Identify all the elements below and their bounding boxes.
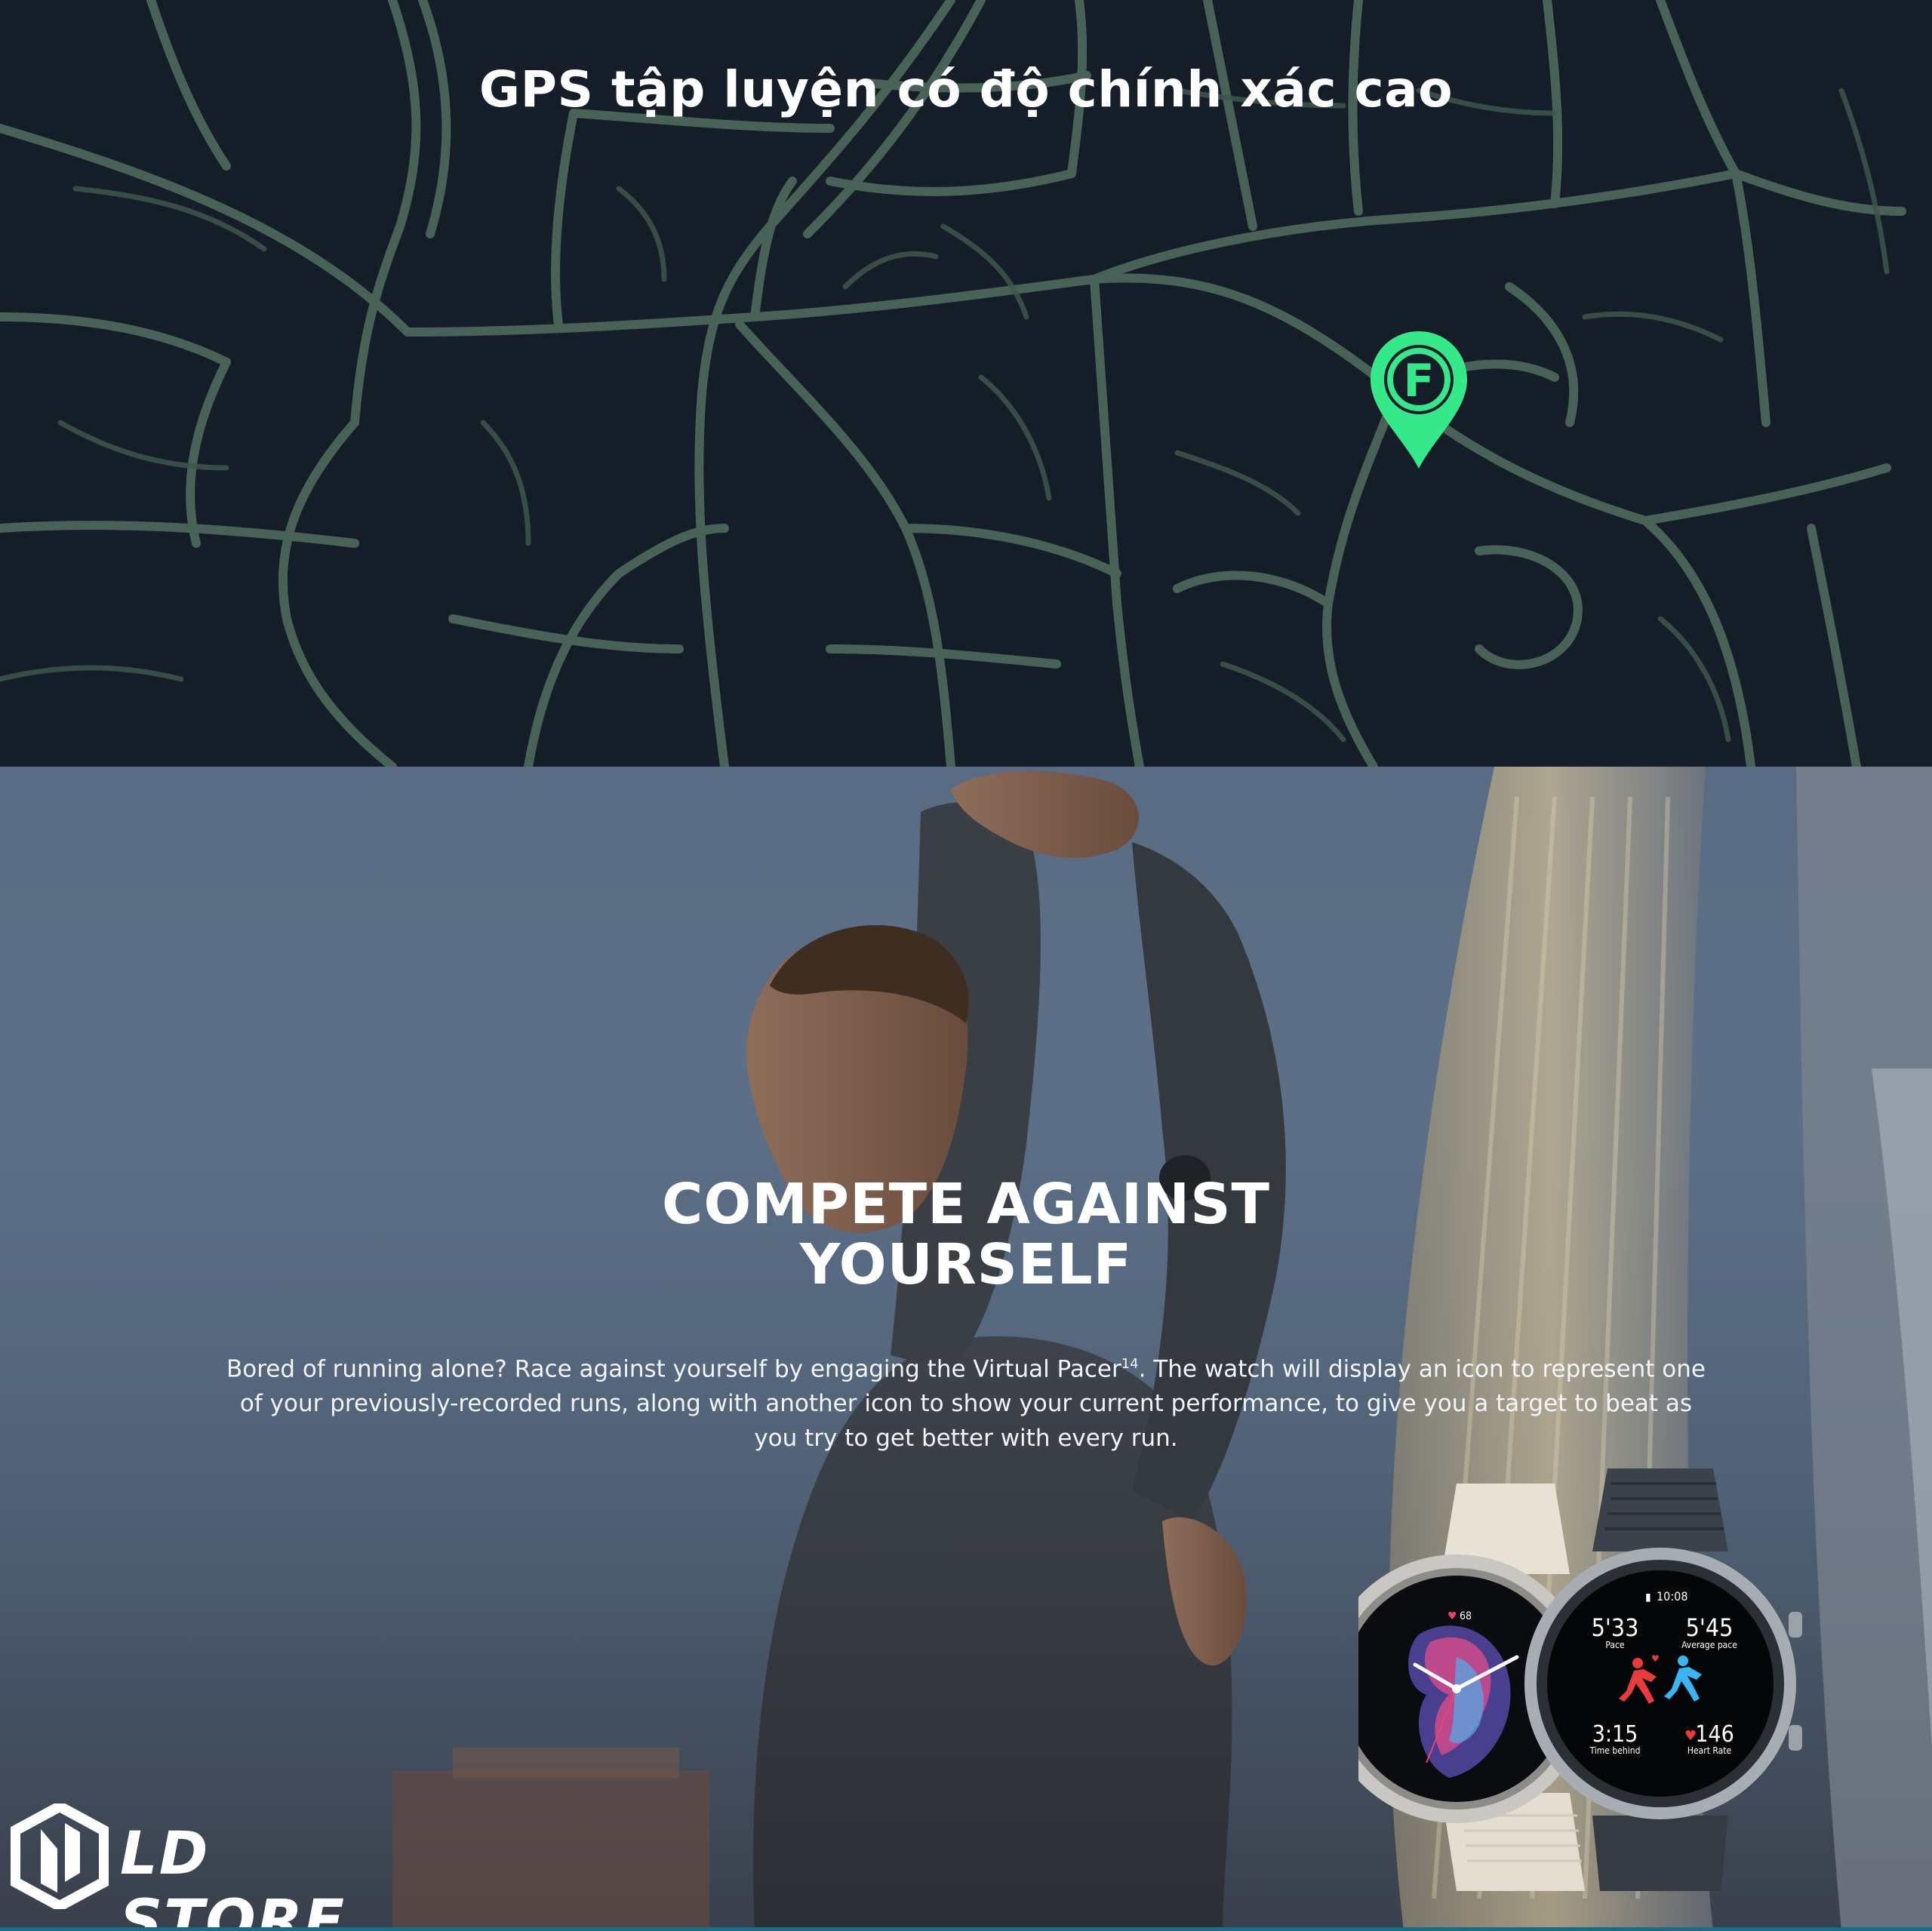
gps-map-section: GPS tập luyện có độ chính xác cao F	[0, 0, 1932, 767]
hero-description-text: Bored of running alone? Race against you…	[226, 1355, 1121, 1383]
location-pin-icon: F	[1371, 331, 1467, 469]
time-behind-value: 3:15	[1592, 1721, 1638, 1748]
hero-description: Bored of running alone? Race against you…	[219, 1347, 1713, 1456]
smartwatch-product-image: ♥ 68 ▮ 10:08 5'33 Pace 5'45 Average pace…	[1358, 1468, 1802, 1891]
hero-title: COMPETE AGAINST YOURSELF	[0, 1174, 1932, 1295]
hero-title-line2: YOURSELF	[799, 1232, 1133, 1297]
watch-time: 10:08	[1657, 1589, 1687, 1604]
heart-rate-value: 146	[1695, 1721, 1734, 1748]
left-heart-icon: ♥	[1447, 1610, 1457, 1622]
ld-store-logo: LD STORE	[11, 1803, 358, 1931]
heart-rate-label: Heart Rate	[1687, 1745, 1732, 1756]
pin-letter: F	[1404, 355, 1435, 407]
battery-icon: ▮	[1645, 1591, 1651, 1604]
footnote-reference: 14	[1121, 1356, 1139, 1372]
average-pace-label: Average pace	[1681, 1640, 1737, 1650]
bottom-accent-line	[0, 1927, 1932, 1931]
time-behind-label: Time behind	[1589, 1745, 1641, 1756]
virtual-pacer-hero-section: COMPETE AGAINST YOURSELF Bored of runnin…	[0, 767, 1932, 1931]
left-heart-value: 68	[1460, 1610, 1472, 1622]
pace-label: Pace	[1605, 1640, 1625, 1650]
map-section-title: GPS tập luyện có độ chính xác cao	[478, 60, 1454, 118]
hero-title-line1: COMPETE AGAINST	[662, 1172, 1270, 1237]
average-pace-value: 5'45	[1686, 1613, 1734, 1642]
pace-value: 5'33	[1592, 1613, 1639, 1642]
logo-text: LD STORE	[120, 1820, 346, 1931]
heart-icon: ♥	[1651, 1653, 1660, 1664]
ld-hexagon-logo-icon	[11, 1803, 109, 1909]
